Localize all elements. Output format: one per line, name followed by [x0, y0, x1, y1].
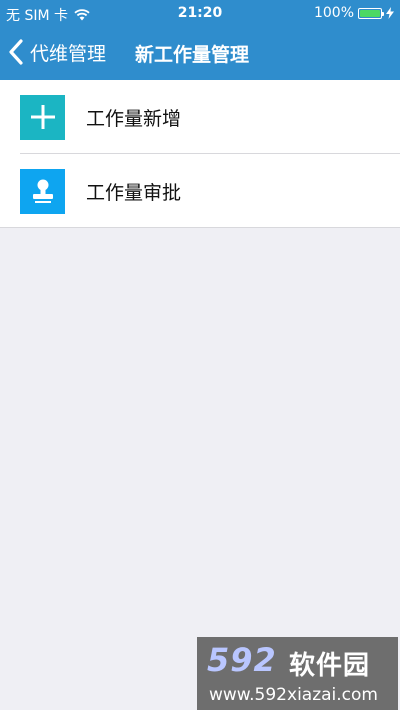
watermark-text: 软件园 — [289, 651, 371, 681]
battery-group: 100% — [314, 5, 394, 21]
status-bar: 无 SIM 卡 21:20 100% — [0, 0, 400, 27]
menu-item-approve-workload[interactable]: 工作量审批 — [0, 154, 400, 228]
charging-icon — [386, 7, 394, 19]
back-button[interactable]: 代维管理 — [8, 38, 106, 66]
plus-icon — [20, 94, 65, 140]
navigation-bar: 代维管理 新工作量管理 — [0, 27, 400, 80]
watermark-url: www.592xiazai.com — [209, 685, 378, 705]
battery-cap — [382, 11, 384, 16]
battery-level-fill — [360, 9, 380, 17]
back-label: 代维管理 — [30, 42, 107, 65]
menu-item-label: 工作量新增 — [86, 107, 182, 130]
divider — [0, 227, 400, 228]
battery-icon — [358, 7, 384, 19]
menu-list: 工作量新增 工作量审批 — [0, 80, 400, 228]
watermark-logo: 592 — [207, 641, 277, 679]
watermark-banner: 592 软件园 www.592xiazai.com — [197, 637, 398, 710]
menu-item-add-workload[interactable]: 工作量新增 — [0, 80, 400, 154]
page-title: 新工作量管理 — [135, 44, 250, 66]
chevron-left-icon — [9, 39, 23, 65]
battery-percent: 100% — [313, 5, 354, 21]
menu-item-label: 工作量审批 — [86, 181, 182, 204]
stamp-icon — [20, 168, 65, 214]
